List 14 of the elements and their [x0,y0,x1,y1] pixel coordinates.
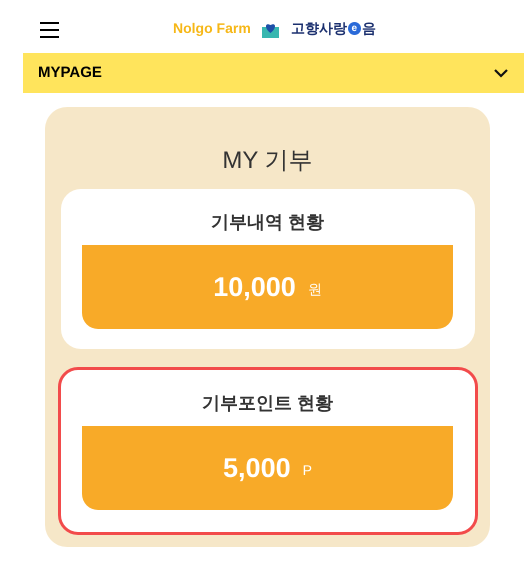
panel-title: MY 기부 [222,147,313,175]
partner-logo-text: 음 [362,19,376,38]
amount-value: 10,000 [213,270,296,304]
partner-logo-text: 고향사랑 [290,19,347,38]
amount-unit: P [302,460,312,480]
amount-unit: 원 [308,280,322,298]
chevron-icon [493,68,509,78]
card-title: 기부포인트 현황 [202,392,333,415]
amount-value: 5,000 [223,452,291,485]
menu-button[interactable] [40,22,59,38]
card-title: 기부내역 현황 [210,211,324,234]
mypage-menu-bar[interactable]: MYPAGE [23,53,524,93]
menu-bar-label: MYPAGE [38,62,102,83]
partner-logo-mark: e [348,22,361,35]
